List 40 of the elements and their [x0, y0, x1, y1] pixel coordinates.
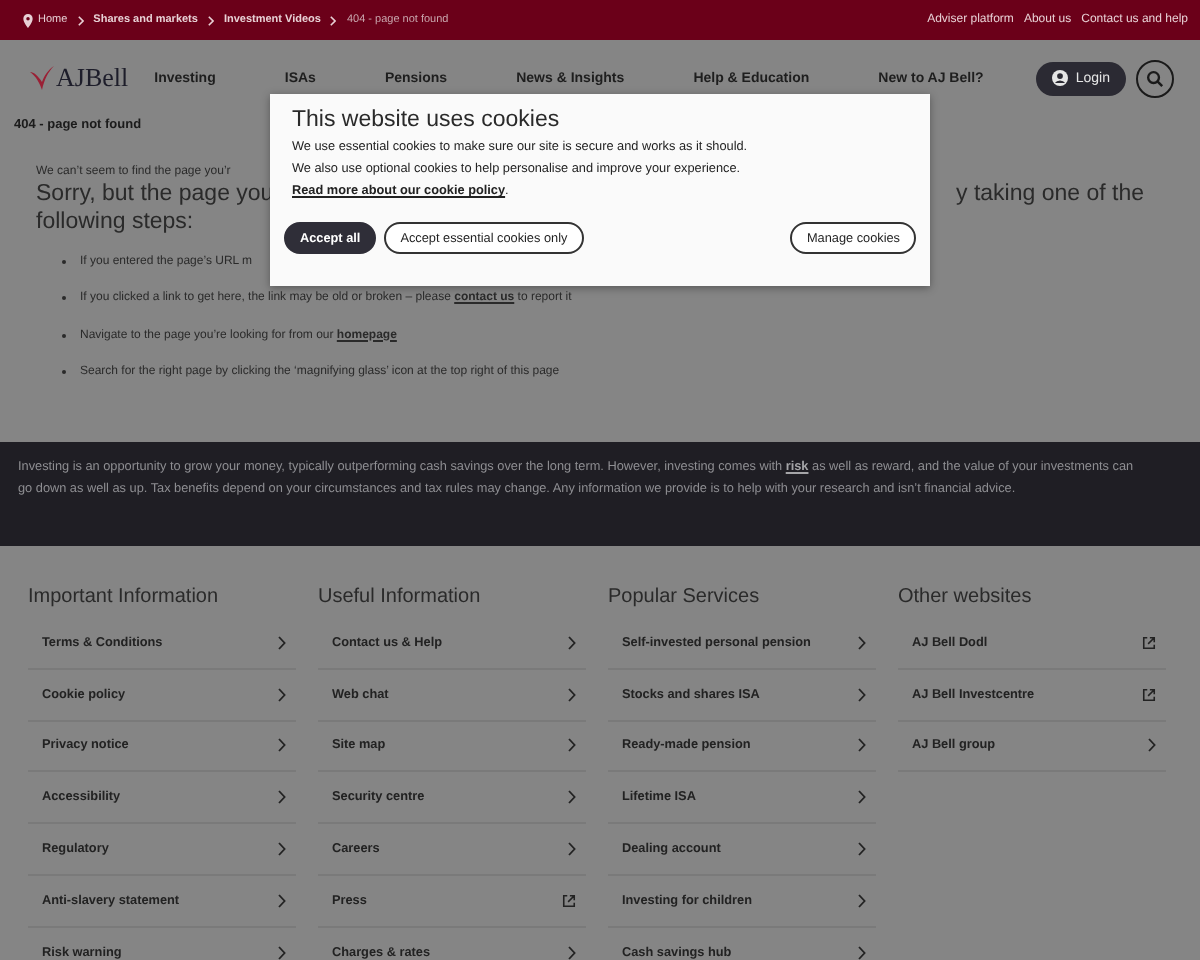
heading-text: y taking one of the: [956, 180, 1144, 208]
chevron-right-icon: [568, 738, 576, 753]
chevron-right-icon: [568, 687, 576, 702]
external-link-icon: [562, 893, 576, 908]
chevron-right-icon: [278, 635, 286, 650]
chevron-right-icon: [278, 842, 286, 857]
user-icon: [1051, 70, 1068, 86]
chevron-right-icon: [278, 687, 286, 702]
chevron-right-icon: [278, 945, 286, 960]
location-pin-icon: [22, 13, 34, 27]
footer-heading: Useful Information: [318, 586, 483, 608]
footer-heading: Other websites: [898, 586, 1034, 608]
chevron-right-icon: [858, 945, 866, 960]
logo-text[interactable]: AJBell: [56, 62, 129, 94]
chevron-right-icon: [77, 15, 84, 25]
external-link-icon: [1142, 635, 1156, 650]
chevron-right-icon: [858, 687, 866, 702]
chevron-right-icon: [278, 790, 286, 805]
chevron-right-icon: [1148, 738, 1156, 753]
footer-heading: Important Information: [28, 586, 221, 608]
chevron-right-icon: [568, 790, 576, 805]
chevron-right-icon: [278, 893, 286, 908]
search-icon: [1146, 69, 1164, 87]
footer-heading: Popular Services: [608, 586, 762, 608]
chevron-right-icon: [858, 635, 866, 650]
chevron-right-icon: [858, 842, 866, 857]
chevron-right-icon: [330, 15, 337, 25]
logo-swoosh-icon: [28, 64, 56, 92]
chevron-right-icon: [858, 738, 866, 753]
chevron-right-icon: [858, 790, 866, 805]
dialog-title: This website uses cookies: [292, 108, 562, 132]
chevron-right-icon: [858, 893, 866, 908]
chevron-right-icon: [207, 15, 214, 25]
chevron-right-icon: [278, 738, 286, 753]
chevron-right-icon: [568, 635, 576, 650]
search-button[interactable]: [1136, 59, 1174, 97]
chevron-right-icon: [568, 945, 576, 960]
chevron-right-icon: [568, 842, 576, 857]
external-link-icon: [1142, 687, 1156, 702]
heading-text: following steps:: [36, 208, 196, 236]
